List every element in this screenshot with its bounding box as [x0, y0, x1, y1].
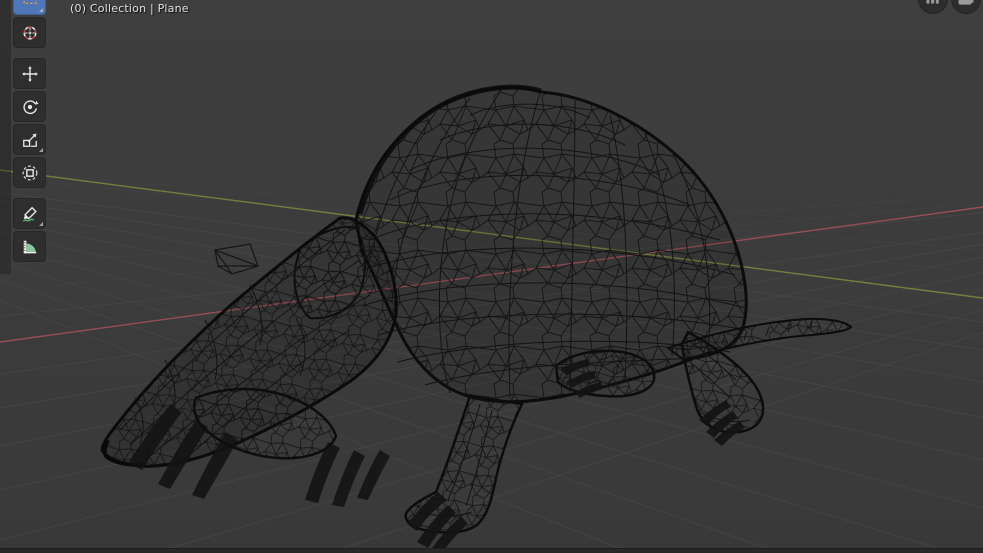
gizmos-button[interactable]: [951, 0, 981, 14]
toolbar-region-shade: [0, 0, 11, 274]
tool-column: [13, 0, 47, 264]
annotate-icon: [22, 206, 37, 222]
overlays-icon: [926, 0, 939, 4]
move-icon: [21, 65, 38, 82]
flyout-indicator: [39, 222, 43, 226]
tool-measure[interactable]: [13, 231, 46, 262]
measure-icon: [23, 240, 36, 253]
tool-select-box[interactable]: [13, 0, 46, 15]
rotate-icon: [22, 99, 38, 114]
select-box-icon: [23, 0, 36, 4]
overlays-button[interactable]: [918, 0, 948, 14]
flyout-indicator: [39, 148, 43, 152]
flyout-indicator: [39, 8, 43, 12]
tool-transform[interactable]: [13, 157, 46, 188]
tool-scale[interactable]: [13, 124, 46, 155]
tool-rotate[interactable]: [13, 91, 46, 122]
viewport-grid: [0, 169, 983, 553]
scale-icon: [22, 133, 37, 147]
cursor-icon: [22, 25, 37, 40]
tool-annotate[interactable]: [13, 198, 46, 229]
breadcrumb: (0) Collection | Plane: [70, 2, 189, 15]
tool-cursor[interactable]: [13, 17, 46, 48]
viewport-bottom-edge: [0, 548, 983, 553]
tool-move[interactable]: [13, 58, 46, 89]
transform-icon: [22, 165, 37, 180]
gizmos-icon: [958, 0, 974, 5]
blender-3d-viewport: (0) Collection | Plane: [0, 0, 983, 553]
